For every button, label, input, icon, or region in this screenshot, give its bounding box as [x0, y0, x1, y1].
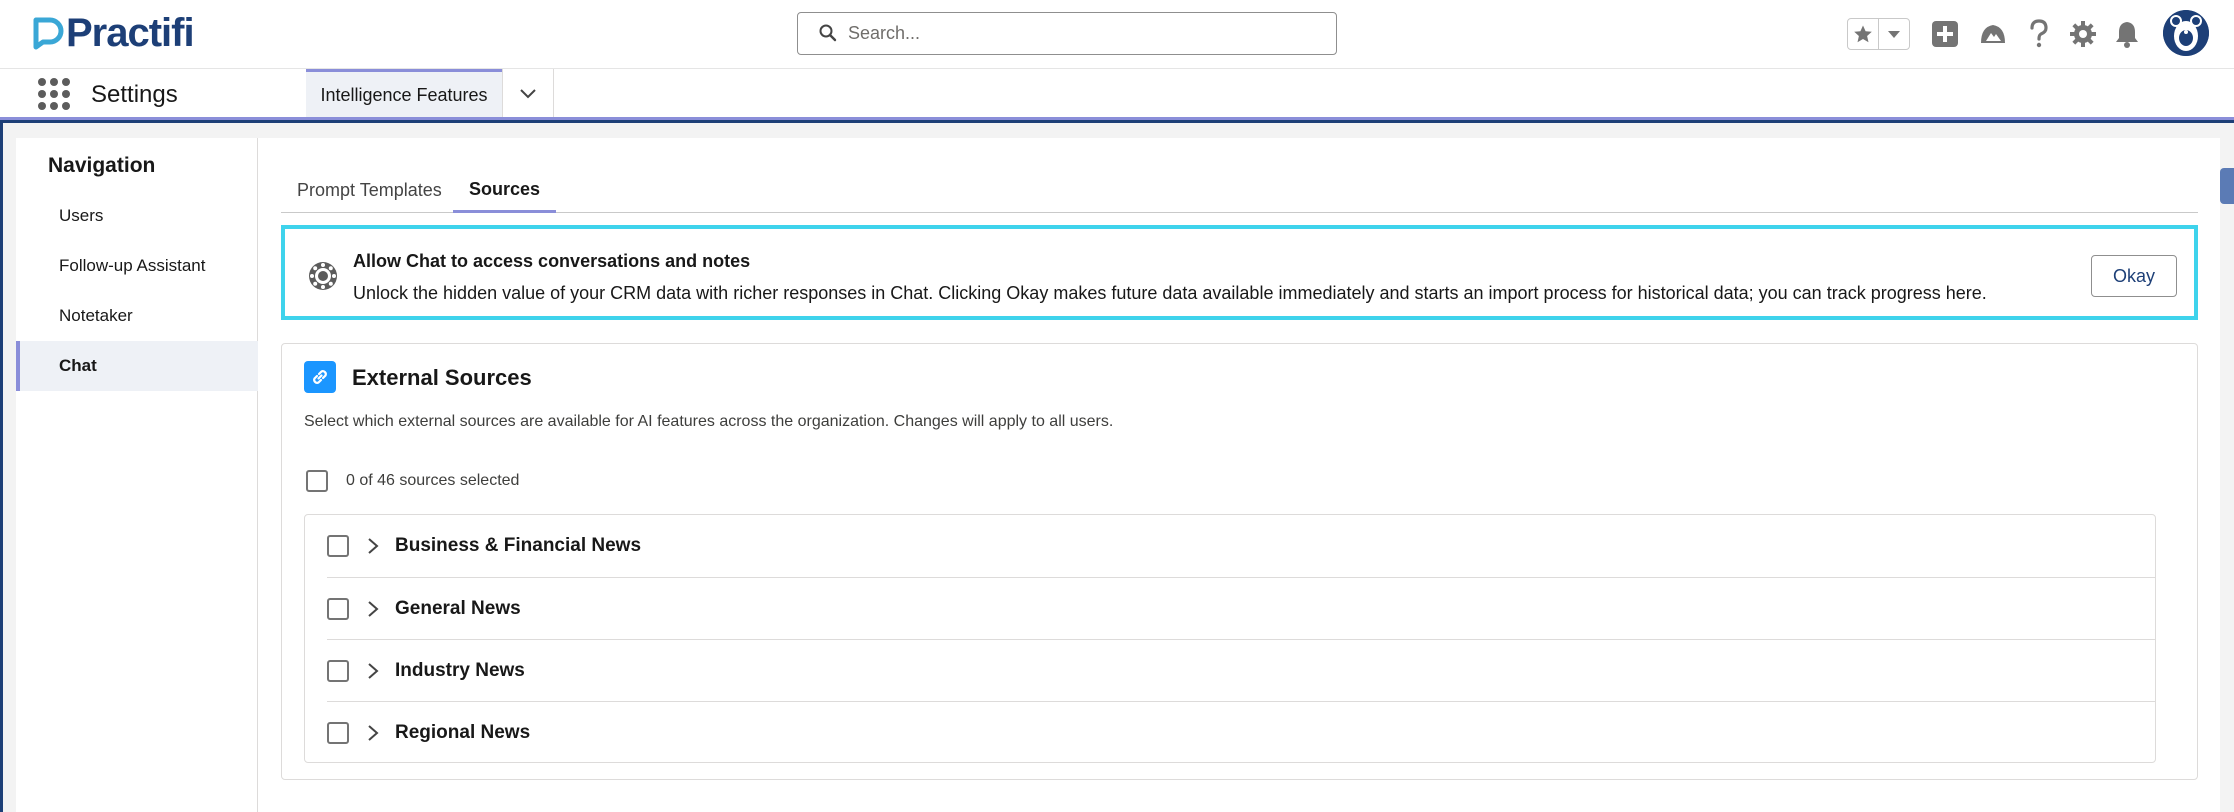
group-checkbox[interactable] [327, 535, 349, 557]
chat-access-icon [309, 262, 337, 290]
global-actions-button[interactable] [1929, 18, 1961, 50]
practifi-logo-mark-icon [33, 17, 64, 50]
brand-name: Practifi [66, 11, 195, 55]
group-label: General News [395, 598, 521, 619]
user-avatar[interactable] [2163, 10, 2209, 56]
chevron-right-icon[interactable] [367, 538, 383, 554]
group-checkbox[interactable] [327, 660, 349, 682]
help-button[interactable] [2023, 18, 2055, 50]
tab-sources[interactable]: Sources [453, 168, 557, 213]
chevron-right-icon[interactable] [367, 663, 383, 679]
favorites-star-button[interactable] [1848, 19, 1879, 49]
nav-tab-menu-button[interactable] [502, 69, 554, 118]
chat-access-banner: Allow Chat to access conversations and n… [281, 225, 2198, 320]
selection-summary: 0 of 46 sources selected [346, 472, 520, 489]
tab-prompt-templates[interactable]: Prompt Templates [281, 168, 458, 213]
nav-tab-intelligence-features[interactable]: Intelligence Features [306, 69, 502, 118]
external-sources-title: External Sources [352, 365, 532, 390]
group-checkbox[interactable] [327, 598, 349, 620]
group-label: Business & Financial News [395, 535, 642, 556]
source-group-row[interactable]: Business & Financial News [305, 515, 2155, 577]
caret-down-icon [1888, 31, 1900, 38]
source-groups-list: Business & Financial News General News I… [304, 514, 2156, 763]
side-nav-item-chat[interactable]: Chat [16, 341, 258, 391]
settings-tabs: Prompt Templates Sources [281, 168, 2198, 213]
app-name: Settings [91, 81, 178, 108]
source-group-row[interactable]: Regional News [305, 702, 2155, 764]
user-avatar-icon [2163, 10, 2209, 56]
group-checkbox[interactable] [327, 722, 349, 744]
external-sources-description: Select which external sources are availa… [304, 413, 1114, 430]
star-icon [1854, 25, 1872, 43]
global-header: Practifi [0, 0, 2234, 68]
side-nav-title: Navigation [48, 154, 156, 177]
source-group-row[interactable]: General News [305, 578, 2155, 640]
search-input[interactable] [848, 23, 1328, 44]
setup-button[interactable] [2067, 18, 2099, 50]
trailhead-button[interactable] [1977, 18, 2009, 50]
help-icon [2030, 19, 2048, 48]
side-nav-item-follow-up-assistant[interactable]: Follow-up Assistant [16, 241, 258, 291]
add-icon [1932, 21, 1958, 47]
link-icon [304, 361, 336, 393]
practifi-logo[interactable]: Practifi [30, 11, 195, 55]
notifications-button[interactable] [2111, 18, 2143, 50]
chevron-down-icon [520, 88, 536, 98]
group-label: Regional News [395, 722, 531, 743]
gear-icon [2070, 21, 2096, 47]
okay-button[interactable]: Okay [2091, 255, 2177, 297]
side-nav-item-notetaker[interactable]: Notetaker [16, 291, 258, 341]
chevron-right-icon[interactable] [367, 725, 383, 741]
app-launcher-icon[interactable] [38, 78, 70, 110]
group-label: Industry News [395, 660, 525, 681]
side-navigation: Navigation Users Follow-up Assistant Not… [16, 138, 258, 812]
trailhead-icon [1981, 25, 2005, 43]
side-nav-item-users[interactable]: Users [16, 191, 258, 241]
favorites-group [1847, 18, 1910, 50]
select-all-row: 0 of 46 sources selected [306, 470, 519, 492]
app-nav-bar: Settings Intelligence Features [0, 68, 2234, 120]
banner-text: Unlock the hidden value of your CRM data… [353, 283, 1987, 303]
global-search[interactable] [797, 12, 1337, 55]
banner-title: Allow Chat to access conversations and n… [353, 251, 751, 271]
search-icon [818, 23, 840, 45]
chevron-right-icon[interactable] [367, 601, 383, 617]
select-all-checkbox[interactable] [306, 470, 328, 492]
external-sources-card: External Sources Select which external s… [281, 343, 2198, 780]
source-group-row[interactable]: Industry News [305, 640, 2155, 702]
bell-icon [2116, 22, 2138, 48]
side-panel-handle[interactable] [2220, 168, 2234, 204]
favorites-menu-button[interactable] [1879, 19, 1909, 49]
